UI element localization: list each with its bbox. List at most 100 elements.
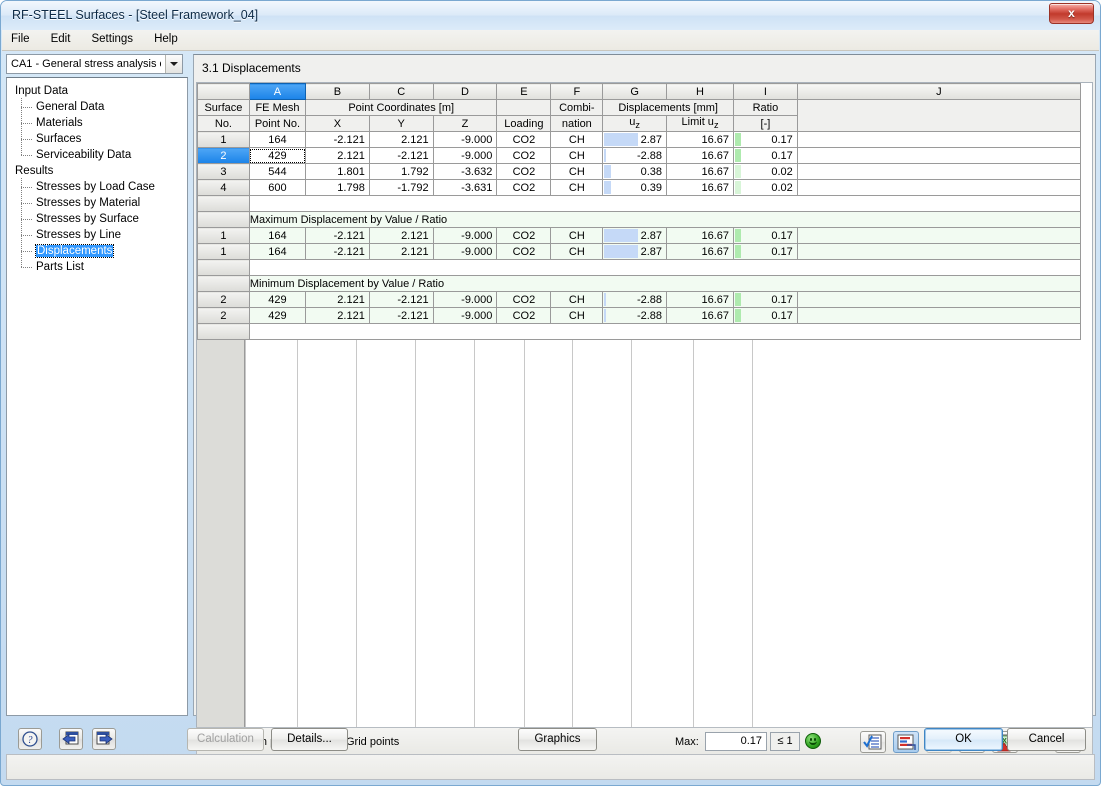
max-cell-j[interactable]: [796, 227, 1082, 244]
min-cell-j[interactable]: [796, 291, 1082, 308]
result-diagram-button[interactable]: [893, 731, 919, 753]
ok-button[interactable]: OK: [924, 728, 1003, 751]
row-header-surface-no[interactable]: 1: [197, 243, 250, 260]
cell-limit-uz[interactable]: 16.67: [666, 163, 735, 180]
min-cell-x[interactable]: 2.121: [305, 307, 370, 324]
column-header-F[interactable]: F: [550, 83, 604, 100]
max-cell-combination[interactable]: CH: [550, 227, 604, 244]
max-cell-z[interactable]: -9.000: [432, 227, 498, 244]
cell-loading[interactable]: CO2: [496, 179, 552, 196]
cell-ratio[interactable]: 0.02: [733, 163, 798, 180]
next-button[interactable]: [92, 728, 117, 750]
cell-z[interactable]: -9.000: [432, 147, 498, 164]
column-header-J[interactable]: J: [796, 83, 1082, 100]
row-header-surface-no[interactable]: 2: [197, 291, 250, 308]
chevron-down-icon[interactable]: [165, 55, 182, 73]
max-cell-y[interactable]: 2.121: [368, 243, 434, 260]
cell-limit-uz[interactable]: 16.67: [666, 147, 735, 164]
column-header-I[interactable]: I: [733, 83, 798, 100]
tree-item-materials[interactable]: Materials: [7, 114, 187, 131]
cell-z[interactable]: -3.631: [432, 179, 498, 196]
cell-uz[interactable]: 0.38: [602, 163, 668, 180]
menu-file[interactable]: File: [2, 30, 39, 49]
tree-item-serviceability-data[interactable]: Serviceability Data: [7, 146, 187, 163]
min-cell-loading[interactable]: CO2: [496, 291, 552, 308]
max-cell-limit-uz[interactable]: 16.67: [666, 243, 735, 260]
max-cell-uz[interactable]: 2.87: [602, 227, 668, 244]
row-header-surface-no[interactable]: 1: [197, 227, 250, 244]
column-header-G[interactable]: G: [602, 83, 668, 100]
max-cell-loading[interactable]: CO2: [496, 243, 552, 260]
max-cell-x[interactable]: -2.121: [305, 243, 370, 260]
min-cell-loading[interactable]: CO2: [496, 307, 552, 324]
tree-item-surfaces[interactable]: Surfaces: [7, 130, 187, 147]
max-cell-ratio[interactable]: 0.17: [733, 243, 798, 260]
cell-x[interactable]: 1.798: [305, 179, 370, 196]
row-header-surface-no[interactable]: 2: [197, 147, 250, 164]
design-case-combobox[interactable]: CA1 - General stress analysis of: [6, 54, 183, 74]
tree-item-displacements[interactable]: Displacements: [7, 242, 187, 259]
cell-y[interactable]: 2.121: [368, 131, 434, 148]
tree-item-results[interactable]: Results: [7, 163, 187, 179]
cell-combination[interactable]: CH: [550, 179, 604, 196]
tree-item-input-data[interactable]: Input Data: [7, 83, 187, 99]
table-empty-area[interactable]: [197, 340, 1092, 729]
previous-button[interactable]: [59, 728, 84, 750]
min-cell-z[interactable]: -9.000: [432, 291, 498, 308]
max-cell-limit-uz[interactable]: 16.67: [666, 227, 735, 244]
cell-j[interactable]: [796, 163, 1082, 180]
max-cell-loading[interactable]: CO2: [496, 227, 552, 244]
menu-edit[interactable]: Edit: [42, 30, 80, 49]
max-cell-uz[interactable]: 2.87: [602, 243, 668, 260]
min-cell-ratio[interactable]: 0.17: [733, 307, 798, 324]
min-cell-uz[interactable]: -2.88: [602, 307, 668, 324]
min-cell-combination[interactable]: CH: [550, 291, 604, 308]
result-table-check-button[interactable]: [860, 731, 886, 753]
tree-item-general-data[interactable]: General Data: [7, 98, 187, 115]
row-header-surface-no[interactable]: 3: [197, 163, 250, 180]
tree-item-stresses-by-load-case[interactable]: Stresses by Load Case: [7, 178, 187, 195]
results-table-container[interactable]: A B C D E F G H I J Surface FE Mesh Point Coordinate…: [196, 82, 1093, 730]
column-header-B[interactable]: B: [305, 83, 370, 100]
row-header-surface-no[interactable]: 4: [197, 179, 250, 196]
cell-y[interactable]: -2.121: [368, 147, 434, 164]
cell-x[interactable]: 2.121: [305, 147, 370, 164]
cell-z[interactable]: -3.632: [432, 163, 498, 180]
cell-y[interactable]: -1.792: [368, 179, 434, 196]
cell-y[interactable]: 1.792: [368, 163, 434, 180]
cell-loading[interactable]: CO2: [496, 147, 552, 164]
menu-help[interactable]: Help: [145, 30, 187, 49]
column-header-D[interactable]: D: [432, 83, 498, 100]
navigation-tree[interactable]: Input Data General Data Materials Surfaces S…: [6, 77, 188, 716]
cell-ratio[interactable]: 0.02: [733, 179, 798, 196]
cell-j[interactable]: [796, 179, 1082, 196]
min-cell-y[interactable]: -2.121: [368, 307, 434, 324]
min-cell-uz[interactable]: -2.88: [602, 291, 668, 308]
close-button[interactable]: x: [1049, 3, 1094, 24]
min-cell-x[interactable]: 2.121: [305, 291, 370, 308]
min-cell-j[interactable]: [796, 307, 1082, 324]
column-header-A[interactable]: A: [248, 83, 307, 100]
corner-cell[interactable]: [197, 83, 250, 100]
min-cell-point-no[interactable]: 429: [248, 307, 307, 324]
cell-combination[interactable]: CH: [550, 131, 604, 148]
min-cell-ratio[interactable]: 0.17: [733, 291, 798, 308]
tree-item-stresses-by-surface[interactable]: Stresses by Surface: [7, 210, 187, 227]
cell-j[interactable]: [796, 147, 1082, 164]
cell-combination[interactable]: CH: [550, 163, 604, 180]
row-header-surface-no[interactable]: 1: [197, 131, 250, 148]
menu-settings[interactable]: Settings: [82, 30, 142, 49]
cell-loading[interactable]: CO2: [496, 131, 552, 148]
cell-x[interactable]: -2.121: [305, 131, 370, 148]
cell-loading[interactable]: CO2: [496, 163, 552, 180]
cell-z[interactable]: -9.000: [432, 131, 498, 148]
cell-point-no[interactable]: 164: [248, 131, 307, 148]
graphics-button[interactable]: Graphics: [518, 728, 597, 751]
cell-uz[interactable]: 0.39: [602, 179, 668, 196]
details-button[interactable]: Details...: [271, 728, 348, 751]
min-cell-y[interactable]: -2.121: [368, 291, 434, 308]
max-cell-point-no[interactable]: 164: [248, 227, 307, 244]
max-value-field[interactable]: 0.17: [705, 732, 767, 751]
cell-limit-uz[interactable]: 16.67: [666, 131, 735, 148]
cell-ratio[interactable]: 0.17: [733, 147, 798, 164]
